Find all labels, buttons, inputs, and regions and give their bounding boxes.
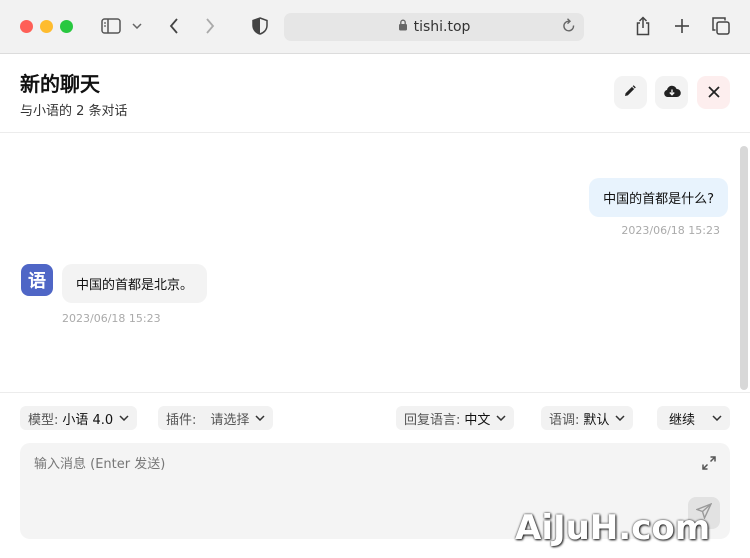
forward-icon[interactable] [200, 13, 220, 39]
chevron-down-icon [712, 415, 722, 421]
tab-overview-icon[interactable] [710, 13, 732, 39]
share-icon[interactable] [633, 13, 653, 39]
message-scrollbar[interactable] [740, 146, 748, 390]
message-list[interactable]: 中国的首都是什么? 2023/06/18 15:23 语 中国的首都是北京。 2… [0, 134, 750, 392]
window-maximize-button[interactable] [60, 20, 73, 33]
address-bar[interactable]: tishi.top [284, 13, 584, 41]
chat-subtitle: 与小语的 2 条对话 [20, 104, 128, 119]
edit-button[interactable] [614, 76, 647, 109]
close-chat-button[interactable] [697, 76, 730, 109]
tone-select[interactable]: 语调: 默认 [541, 406, 634, 430]
reply-language-label: 回复语言: [404, 412, 461, 428]
message-input-placeholder: 输入消息 (Enter 发送) [34, 457, 166, 472]
user-message[interactable]: 中国的首都是什么? [589, 178, 728, 217]
chat-header: 新的聊天 与小语的 2 条对话 [0, 54, 750, 133]
chevron-down-icon[interactable] [130, 13, 144, 39]
watermark: AiJuH.com [515, 508, 711, 548]
chevron-down-icon [255, 415, 265, 421]
url-text: tishi.top [413, 19, 471, 35]
new-tab-icon[interactable] [672, 13, 692, 39]
close-icon [707, 83, 720, 102]
cloud-download-icon [663, 83, 681, 102]
plugin-select[interactable]: 插件: 请选择 [158, 406, 274, 430]
chevron-down-icon [615, 415, 625, 421]
browser-toolbar: tishi.top [0, 0, 750, 54]
back-icon[interactable] [164, 13, 184, 39]
plugin-value: 请选择 [210, 412, 250, 428]
expand-icon[interactable] [702, 455, 716, 474]
reply-language-select[interactable]: 回复语言: 中文 [396, 406, 515, 430]
pencil-icon [623, 83, 638, 102]
plugin-label: 插件: [166, 412, 197, 428]
reload-icon[interactable] [562, 18, 576, 38]
sidebar-toggle-icon[interactable] [100, 13, 122, 39]
chevron-down-icon [496, 415, 506, 421]
export-button[interactable] [655, 76, 688, 109]
window-minimize-button[interactable] [40, 20, 53, 33]
reply-language-value: 中文 [464, 412, 491, 428]
continue-button[interactable]: 继续 [657, 406, 730, 430]
assistant-message-time: 2023/06/18 15:23 [62, 312, 161, 325]
continue-label: 继续 [669, 412, 696, 428]
shield-icon[interactable] [250, 13, 270, 39]
user-message-time: 2023/06/18 15:23 [621, 224, 720, 237]
model-label: 模型: [28, 412, 59, 428]
chat-title: 新的聊天 [20, 72, 100, 96]
assistant-message[interactable]: 中国的首都是北京。 [62, 264, 208, 303]
tone-label: 语调: [549, 412, 580, 428]
window-close-button[interactable] [20, 20, 33, 33]
model-value: 小语 4.0 [62, 412, 114, 428]
model-select[interactable]: 模型: 小语 4.0 [20, 406, 138, 430]
assistant-avatar: 语 [21, 264, 53, 296]
lock-icon [398, 19, 408, 35]
tone-value: 默认 [583, 412, 610, 428]
chevron-down-icon [119, 415, 129, 421]
